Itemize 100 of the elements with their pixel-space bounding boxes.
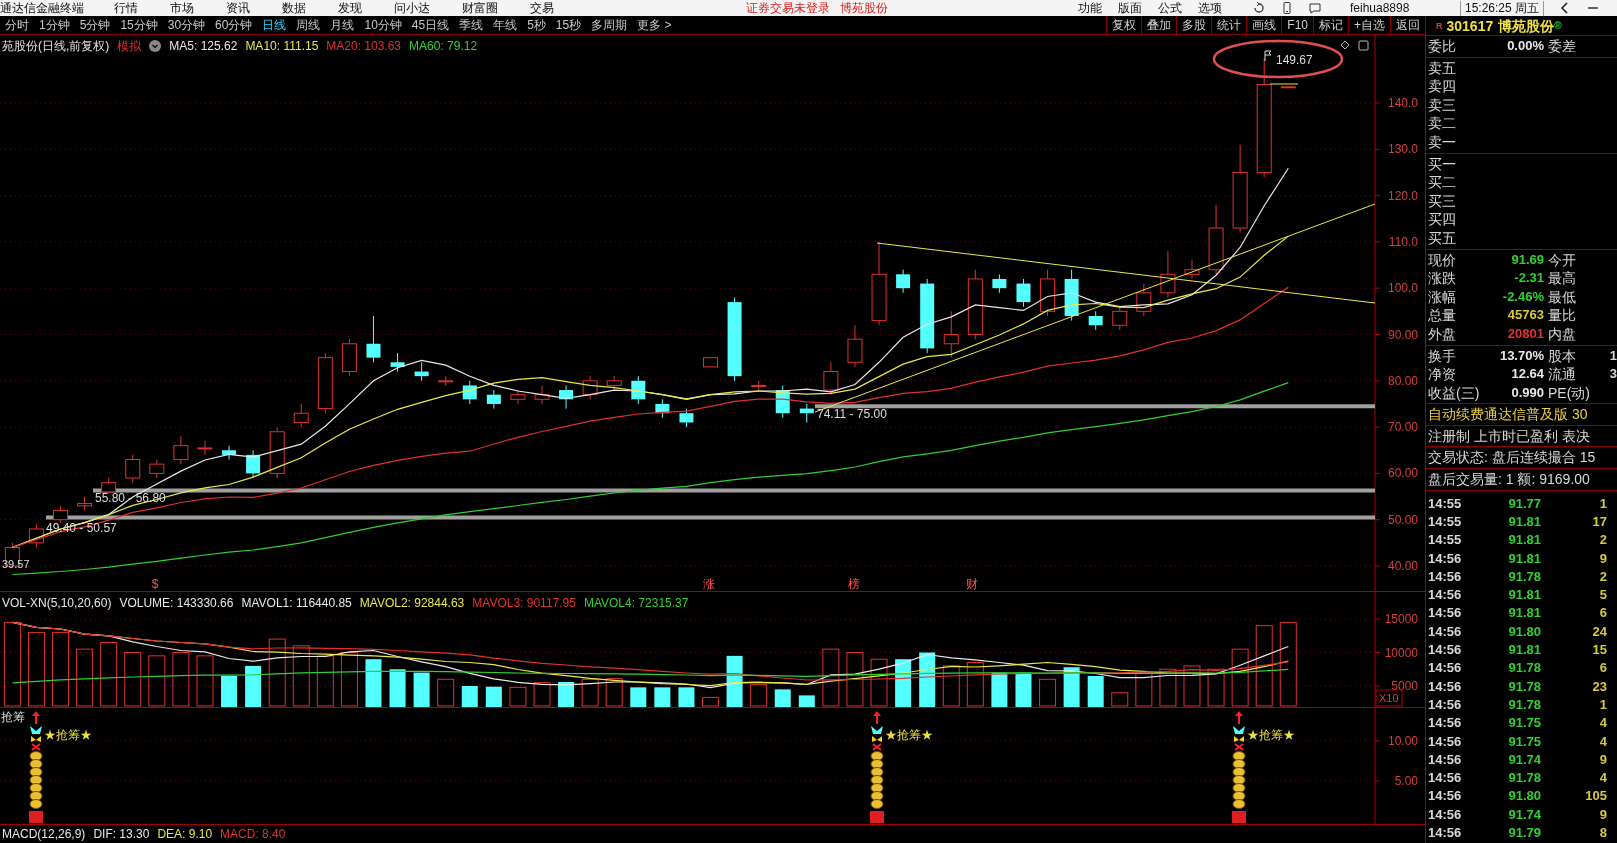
quote-value: -2.31: [1513, 269, 1544, 288]
indicator-value: MAVOL4: 72315.37: [583, 595, 689, 612]
stock-name-link[interactable]: 博苑股份: [840, 0, 888, 16]
username[interactable]: feihua8898: [1350, 0, 1460, 16]
tick-price: 91.81: [1507, 531, 1541, 550]
menu-item[interactable]: 市场: [170, 0, 194, 16]
volume-bar: [509, 686, 527, 707]
candlestick: [775, 384, 790, 419]
login-notice[interactable]: 证券交易未登录: [746, 0, 830, 16]
menu-item[interactable]: 版面: [1118, 0, 1142, 16]
quote-label: 买三: [1428, 191, 1457, 211]
price-axis-label: 60.00: [1387, 466, 1418, 481]
quote-value: 3: [1608, 365, 1617, 384]
candlestick: [28, 523, 44, 548]
period-tab[interactable]: 季线: [454, 16, 489, 34]
period-tab[interactable]: 5秒: [522, 16, 551, 34]
quote-label: 委差: [1548, 37, 1577, 56]
volume-bar: [172, 652, 190, 707]
toolbar-button[interactable]: 复权: [1106, 16, 1142, 34]
menu-item[interactable]: 公式: [1158, 0, 1182, 16]
tick-price: 91.80: [1507, 787, 1541, 806]
period-tab[interactable]: 周线: [291, 16, 326, 34]
signal-label: ★抢筹★: [1247, 728, 1295, 742]
period-tab[interactable]: 15分钟: [115, 16, 163, 34]
toolbar-button[interactable]: +自选: [1348, 16, 1390, 34]
period-tab[interactable]: 更多 >: [632, 16, 677, 34]
menu-item[interactable]: 发现: [338, 0, 362, 16]
candlestick: [341, 338, 357, 377]
tick-price: 91.78: [1507, 659, 1541, 678]
tick-price: 91.78: [1507, 695, 1541, 714]
toolbar-button[interactable]: 统计: [1211, 16, 1247, 34]
period-tab[interactable]: 年线: [488, 16, 523, 34]
volume-bar: [1183, 665, 1201, 707]
message-icon[interactable]: [1308, 1, 1322, 15]
tick-volume: 9: [1598, 549, 1607, 568]
candlestick: [438, 375, 454, 386]
toolbar-button[interactable]: 标记: [1313, 16, 1348, 34]
period-tab[interactable]: 日线: [257, 16, 292, 34]
price-axis-label: 40.00: [1387, 559, 1418, 573]
candlestick: [1040, 269, 1056, 317]
quote-value: 0.00%: [1506, 37, 1544, 55]
volume-bar: [1159, 668, 1177, 707]
candlestick: [246, 449, 261, 479]
period-tab[interactable]: 多周期: [586, 16, 633, 34]
tick-price: 91.78: [1507, 567, 1541, 586]
quote-label: 卖二: [1428, 114, 1457, 133]
menu-item[interactable]: 功能: [1078, 0, 1102, 16]
menu-item[interactable]: 行情: [114, 0, 138, 16]
period-tab[interactable]: 60分钟: [210, 16, 258, 34]
quote-label: 卖四: [1428, 77, 1457, 96]
signal-axis-label: 10.00: [1387, 734, 1418, 748]
menu-item[interactable]: 数据: [282, 0, 306, 16]
period-tab[interactable]: 30分钟: [162, 16, 211, 34]
volume-bar: [630, 687, 647, 707]
period-tab[interactable]: 月线: [325, 16, 360, 34]
phone-icon[interactable]: [1280, 1, 1294, 15]
candlestick: [823, 361, 839, 396]
tick-time: 14:56: [1428, 677, 1463, 696]
period-tab[interactable]: 15秒: [550, 16, 587, 34]
toolbar-button[interactable]: 叠加: [1141, 16, 1177, 34]
volume-bar: [654, 687, 671, 707]
toolbar-button[interactable]: 返回: [1390, 16, 1425, 34]
market-label: R: [1436, 21, 1443, 31]
menu-item[interactable]: 选项: [1198, 0, 1222, 16]
tick-volume: 4: [1598, 769, 1607, 788]
toolbar-button[interactable]: F10: [1281, 16, 1313, 34]
candlestick: [510, 389, 526, 405]
volume-bar: [221, 675, 238, 707]
candlestick: [149, 459, 165, 479]
range-label: 74.11 - 75.00: [817, 407, 887, 421]
candlestick: [173, 435, 189, 465]
promo-text[interactable]: 自动续费通达信普及版 30: [1428, 405, 1617, 424]
candlestick: [631, 375, 646, 405]
volume-bar: [895, 659, 912, 707]
chart-title: 苑股份(日线,前复权): [2, 38, 110, 55]
menu-item[interactable]: 资讯: [226, 0, 250, 16]
menu-item[interactable]: 问小达: [394, 0, 430, 16]
period-tab[interactable]: 45日线: [406, 16, 455, 34]
menu-item[interactable]: 财富圈: [462, 0, 498, 16]
toolbar-button[interactable]: 多股: [1176, 16, 1212, 34]
period-tab[interactable]: 1分钟: [34, 16, 75, 34]
indicator-value: MAVOL1: 116440.85: [241, 595, 352, 612]
toolbar-button[interactable]: 画线: [1246, 16, 1282, 34]
indicator-value: VOL-XN(5,10,20,60): [2, 595, 112, 612]
indicator-value: MA20: 103.63: [326, 38, 402, 55]
volume-bar: [533, 682, 551, 707]
tick-price: 91.81: [1507, 641, 1541, 660]
clock: 15:26:25 周五: [1460, 0, 1545, 16]
period-tab[interactable]: 10分钟: [359, 16, 407, 34]
volume-bar: [822, 648, 840, 707]
event-marker: 榜: [848, 577, 860, 591]
quote-value: 0.990: [1510, 383, 1544, 402]
volume-bar: [268, 638, 286, 707]
refresh-icon[interactable]: [1252, 1, 1266, 15]
period-tab[interactable]: 分时: [0, 16, 34, 34]
menu-item[interactable]: 交易: [530, 0, 554, 16]
volume-bar: [798, 695, 815, 707]
period-tab[interactable]: 5分钟: [74, 16, 116, 34]
dropdown-icon[interactable]: [149, 40, 162, 52]
signal-label: ★抢筹★: [885, 728, 933, 742]
